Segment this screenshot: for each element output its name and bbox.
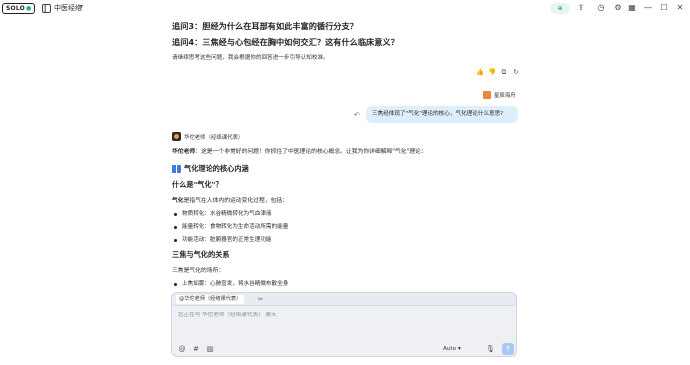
image-icon[interactable]: ▨: [206, 345, 214, 353]
question-3: 追问3：胆经为什么在耳部有如此丰富的循行分支？: [172, 21, 358, 31]
user-name: 星辰海舟: [494, 93, 516, 99]
assistant-name: 华佗老师（经络课代表）: [184, 134, 244, 141]
chevron-down-icon: ▾: [458, 346, 461, 352]
mention-bar: @华佗老师（经络课代表） ✂: [172, 293, 516, 306]
thumbs-down-icon[interactable]: 👎: [488, 68, 496, 76]
model-select[interactable]: Auto ▾: [443, 345, 461, 353]
user-message-bubble: 三焦经体现了"气化"理论的核心，气化理论什么意思?: [366, 106, 518, 123]
list-item: 物质转化：水谷精微转化为气血津液: [174, 210, 288, 223]
hash-icon[interactable]: #: [192, 345, 200, 353]
definition-text: 是指气在人体内的运动变化过程，包括：: [183, 198, 288, 204]
send-button[interactable]: ↑: [502, 343, 514, 355]
history-icon[interactable]: ◷: [596, 3, 606, 13]
share-icon[interactable]: ⇪: [576, 3, 586, 13]
mic-icon[interactable]: 🎙: [486, 345, 495, 353]
maximize-icon[interactable]: ☐: [659, 3, 669, 13]
settings-icon[interactable]: ⚙: [613, 3, 623, 13]
grid-icon[interactable]: ▦: [627, 3, 637, 13]
minimize-icon[interactable]: —: [643, 3, 653, 13]
definition: 气化是指气在人体内的运动变化过程，包括：: [172, 197, 288, 206]
status-badge[interactable]: ⊕: [550, 3, 570, 14]
heading-what: 什么是"气化"？: [172, 180, 223, 189]
mention-chip[interactable]: @华佗老师（经络课代表）: [176, 295, 245, 304]
bullet-dot-icon: [174, 226, 177, 229]
list-item-text: 功能活动：脏腑器官的正常生理功能: [182, 237, 272, 243]
solo-dot-icon: ●: [25, 5, 32, 12]
mention-close-icon[interactable]: ✂: [258, 295, 263, 304]
user-header: 星辰海舟: [483, 91, 516, 99]
heading-core: 气化理论的核心内涵: [172, 163, 249, 174]
undo-icon[interactable]: ↶: [354, 111, 360, 119]
assistant-header: 华佗老师（经络课代表）: [172, 132, 243, 141]
mention-icon[interactable]: @: [178, 345, 186, 353]
list-item: 能量转化：食物转化为生命活动所需的能量: [174, 223, 288, 236]
list-item-text: 物质转化：水谷精微转化为气血津液: [182, 211, 272, 217]
composer-tools: @ # ▨: [178, 345, 214, 353]
list-item-text: 能量转化：食物转化为生命活动所需的能量: [182, 224, 289, 230]
thumbs-up-icon[interactable]: 👍: [476, 68, 484, 76]
regenerate-icon[interactable]: ↻: [512, 68, 520, 76]
copy-icon[interactable]: ⧉: [500, 68, 508, 76]
list-item: 上焦如雾：心肺宣发，将水谷精微布散全身: [174, 280, 288, 289]
model-select-value: Auto: [443, 346, 456, 352]
chat-input[interactable]: [178, 312, 508, 318]
document-title[interactable]: 中医经络: [54, 2, 82, 14]
chat-composer: @华佗老师（经络课代表） ✂ @ # ▨ Auto ▾ 🎙 ↑: [171, 292, 517, 357]
chevron-down-icon[interactable]: ▾: [80, 3, 83, 10]
question-4: 追问4：三焦经与心包经在胸中如何交汇？这有什么临床意义？: [172, 37, 399, 47]
heading-sanjiao: 三焦与气化的关系: [172, 250, 230, 259]
assistant-intro-text: ：这是一个非常好的问题！你抓住了中医理论的核心概念。让我为你详细解释"气化"理论…: [195, 149, 427, 155]
status-badge-text: ⊕: [557, 5, 563, 12]
message-actions: 👍 👎 ⧉ ↻: [476, 68, 520, 76]
heading-core-text: 气化理论的核心内涵: [184, 164, 249, 173]
sanjiao-text: 三焦是气化的场所：: [172, 268, 225, 274]
bullet-list: 物质转化：水谷精微转化为气血津液 能量转化：食物转化为生命活动所需的能量 功能活…: [174, 210, 288, 249]
assistant-intro-name: 华佗老师: [172, 149, 196, 155]
close-icon[interactable]: ✕: [675, 3, 685, 13]
solo-badge[interactable]: SOLO ●: [2, 3, 36, 14]
user-avatar: [483, 91, 491, 99]
bullet-dot-icon: [174, 283, 177, 286]
bullet-dot-icon: [174, 213, 177, 216]
solo-label: SOLO: [6, 5, 25, 12]
assistant-avatar: [172, 132, 181, 141]
list-item-text: 上焦如雾：心肺宣发，将水谷精微布散全身: [182, 281, 289, 287]
list-item: 功能活动：脏腑器官的正常生理功能: [174, 236, 288, 249]
definition-term: 气化: [172, 198, 184, 204]
top-bar: SOLO ● 中医经络 ▾ ⊕ ⇪ ◷ ⚙ ▦ — ☐ ✕: [0, 0, 690, 17]
sidebar-toggle-icon[interactable]: [41, 3, 51, 13]
follow-up-prompt: 请继续思考这些问题，我会根据你的回答进一步引导认知校准。: [172, 55, 329, 61]
message-list[interactable]: 追问3：胆经为什么在耳部有如此丰富的循行分支？ 追问4：三焦经与心包经在胸中如何…: [0, 17, 690, 292]
assistant-intro: 华佗老师：这是一个非常好的问题！你抓住了中医理论的核心概念。让我为你详细解释"气…: [172, 148, 427, 157]
book-icon: [172, 164, 181, 173]
bullet-dot-icon: [174, 239, 177, 242]
